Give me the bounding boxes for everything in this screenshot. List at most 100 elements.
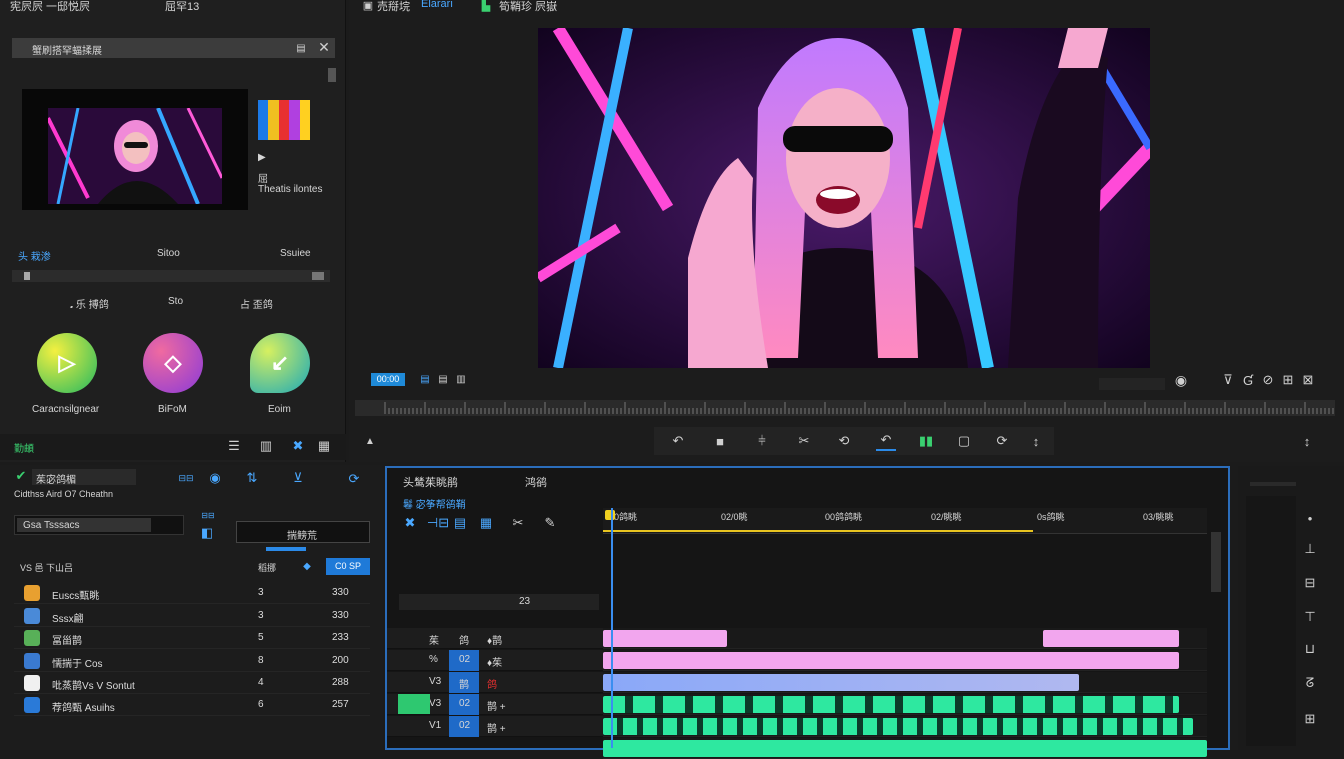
razor-icon[interactable]: ✂ bbox=[511, 515, 525, 530]
track-toggle[interactable]: 鸽 bbox=[487, 676, 497, 691]
link-icon[interactable]: ⊣⊟ bbox=[427, 515, 449, 530]
undo-icon[interactable]: ↶ bbox=[668, 431, 688, 451]
search-field[interactable]: Gsa Tsssacs bbox=[14, 515, 184, 535]
track-select-icon[interactable]: ⊟ bbox=[1302, 574, 1318, 592]
new-bin-icon[interactable]: ✖ bbox=[290, 438, 306, 454]
filter-icon[interactable]: ⊟⊟ bbox=[166, 471, 206, 485]
pen-icon[interactable]: ✎ bbox=[543, 515, 557, 530]
audio-clip[interactable] bbox=[603, 674, 1079, 691]
camera-icon[interactable]: ⊞ bbox=[1281, 372, 1295, 388]
media-thumbnail[interactable] bbox=[22, 89, 248, 210]
duration-field[interactable] bbox=[1099, 378, 1165, 390]
refresh-icon[interactable]: ⟳ bbox=[346, 471, 362, 487]
timeline-clip[interactable] bbox=[603, 652, 1179, 669]
select-tool-icon[interactable]: ⊥ bbox=[1302, 540, 1318, 558]
timeline-scrollbar[interactable] bbox=[1211, 532, 1221, 592]
monitor-scrubber[interactable] bbox=[355, 400, 1342, 416]
track-header[interactable]: 茱 鸽 ♦鹊 bbox=[387, 628, 603, 649]
track-toggle[interactable]: 鹊 + bbox=[487, 698, 506, 713]
col-header-count[interactable]: 稻挪 bbox=[258, 561, 276, 574]
track-lane[interactable] bbox=[603, 738, 1207, 759]
track-toggle[interactable]: 鹊 + bbox=[487, 720, 506, 735]
list-item[interactable]: 吡蒸鹊Vs V Sontut 4 288 bbox=[14, 672, 370, 694]
audio-icon[interactable]: ◧ bbox=[200, 525, 214, 540]
col-header-active[interactable]: C0 SP bbox=[326, 558, 370, 575]
track-header[interactable]: V1 02 鹊 + bbox=[387, 716, 603, 737]
sync-icon[interactable]: ◉ bbox=[208, 470, 222, 485]
work-area-bar[interactable] bbox=[603, 530, 1033, 532]
project-dropdown[interactable]: 茱宓鸽楣 bbox=[32, 469, 136, 486]
list-item[interactable]: Sssx翩 3 330 bbox=[14, 605, 370, 627]
audio-waveform-clip[interactable] bbox=[603, 740, 1207, 757]
track-header[interactable]: % 02 ♦茱 bbox=[387, 650, 603, 671]
list-item[interactable]: 懦揣于 Cos 8 200 bbox=[14, 650, 370, 672]
track-lane[interactable] bbox=[603, 672, 1207, 693]
list-icon[interactable]: ☰ bbox=[226, 438, 242, 454]
track-lane[interactable] bbox=[603, 628, 1207, 649]
timecode-badge[interactable]: 00:00 bbox=[371, 373, 405, 386]
split-icon[interactable]: ⫩ bbox=[752, 431, 772, 451]
mask-icon[interactable]: ⊘ bbox=[1261, 372, 1275, 388]
slider-handle[interactable] bbox=[24, 272, 30, 280]
mark-in-icon[interactable]: ■ bbox=[710, 431, 730, 451]
play-effect-button[interactable]: ▷ bbox=[37, 333, 97, 393]
sort-arrow-icon[interactable]: ◆ bbox=[300, 559, 314, 573]
list-item[interactable]: 荐鸽甄 Asuihs 6 257 bbox=[14, 694, 370, 716]
type-tool-icon[interactable]: ⊞ bbox=[1302, 710, 1318, 728]
timeline-clip[interactable] bbox=[603, 630, 727, 647]
track-toggle[interactable]: ♦茱 bbox=[487, 654, 502, 669]
quality-icon[interactable]: ▤ bbox=[437, 373, 449, 385]
track-lane[interactable] bbox=[603, 694, 1207, 715]
eye-icon[interactable]: ◉ bbox=[1171, 372, 1191, 388]
track-lane[interactable] bbox=[603, 650, 1207, 671]
fit-icon[interactable]: ▤ bbox=[419, 373, 431, 385]
hand-icon[interactable]: ᘔ bbox=[1302, 674, 1318, 692]
pin-icon[interactable]: ↕ bbox=[1026, 431, 1046, 451]
list-item[interactable]: 冨甾鹊 5 233 bbox=[14, 627, 370, 649]
scrollbar-thumb[interactable] bbox=[328, 68, 336, 82]
loop-icon[interactable]: ⟲ bbox=[834, 431, 854, 451]
scissors-icon[interactable]: ✂ bbox=[794, 431, 814, 451]
import-button[interactable]: 揣鳑荒 bbox=[236, 521, 370, 543]
grid-icon[interactable]: ▥ bbox=[258, 438, 274, 454]
timeline-clip[interactable] bbox=[1043, 630, 1179, 647]
stop-icon[interactable]: ▢ bbox=[954, 431, 974, 451]
rotate-icon[interactable]: ⊽ bbox=[1221, 372, 1235, 388]
audio-waveform-clip[interactable] bbox=[603, 696, 1179, 713]
track-lane[interactable] bbox=[603, 716, 1207, 737]
playhead-handle[interactable] bbox=[605, 510, 615, 520]
video-preview[interactable] bbox=[538, 28, 1150, 368]
diamond-effect-button[interactable]: ◇ bbox=[143, 333, 203, 393]
playhead[interactable] bbox=[611, 508, 613, 748]
import-icon[interactable]: ⊻ bbox=[290, 470, 306, 485]
settings-icon[interactable]: ▥ bbox=[455, 373, 467, 385]
media-tab[interactable]: 蟹刷搭罕蝠揉展 ▤ ✕ bbox=[12, 38, 335, 58]
marker-add-icon[interactable]: ▤ bbox=[453, 515, 467, 530]
sort-icon[interactable]: ⇅ bbox=[244, 470, 260, 485]
col-header-name[interactable]: VS 邑 下山吕 bbox=[20, 561, 73, 574]
tag-icon[interactable]: ⊟⊟ bbox=[196, 509, 220, 521]
ripple-icon[interactable]: ⊤ bbox=[1302, 608, 1318, 626]
volume-slider[interactable] bbox=[12, 270, 330, 282]
track-toggle[interactable]: ♦鹊 bbox=[487, 632, 502, 647]
redo-icon[interactable]: ⟳ bbox=[992, 431, 1012, 451]
crop-icon[interactable]: Ɠ bbox=[1241, 372, 1255, 388]
rewind-icon[interactable]: ↶ bbox=[876, 431, 896, 451]
list-item[interactable]: Euscs甄眺 3 330 bbox=[14, 582, 370, 604]
dot-icon[interactable]: • bbox=[1302, 510, 1318, 526]
sequence-name[interactable]: 鬈 宓筝帮鹆鞘 bbox=[403, 496, 466, 511]
pause-icon[interactable]: ▮▮ bbox=[916, 431, 936, 451]
audio-waveform-clip[interactable] bbox=[603, 718, 1193, 735]
marker-icon[interactable]: ▲ bbox=[363, 434, 377, 448]
trash-icon[interactable]: ▦ bbox=[316, 438, 332, 454]
close-icon[interactable]: ✕ bbox=[316, 39, 332, 55]
add-marker-icon[interactable]: ↕ bbox=[1299, 432, 1315, 450]
arrow-effect-button[interactable]: ↙ bbox=[250, 333, 310, 393]
track-header[interactable]: V3 鹊 鸽 bbox=[387, 672, 603, 693]
timeline-ruler[interactable]: 00鸽眺 02/0眺 00鸽鸽眺 02/眺眺 0s鸽眺 03/眺眺 bbox=[603, 508, 1207, 534]
slip-icon[interactable]: ⊔ bbox=[1302, 640, 1318, 658]
track-settings-icon[interactable]: ▦ bbox=[479, 515, 493, 530]
export-frame-icon[interactable]: ⊠ bbox=[1301, 372, 1315, 388]
lock-icon[interactable]: ▤ bbox=[294, 40, 308, 56]
snap-icon[interactable]: ✖ bbox=[403, 515, 417, 530]
